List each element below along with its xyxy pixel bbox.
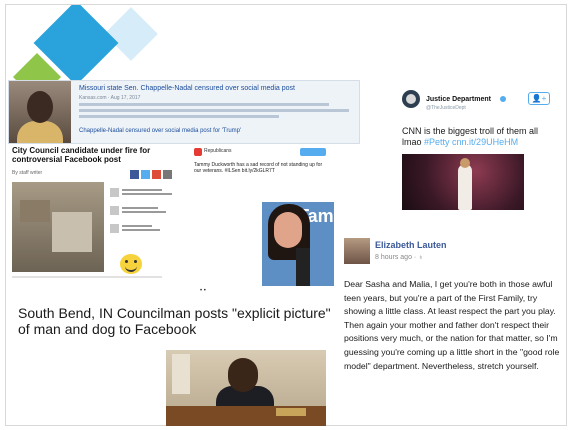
article-byline: By staff writer: [12, 170, 43, 176]
tweet-author-handle: @TheJusticeDept: [426, 105, 466, 111]
google-share-icon[interactable]: [152, 170, 161, 179]
facebook-share-icon[interactable]: [130, 170, 139, 179]
separator-dots: • •: [200, 288, 206, 294]
tweet-tags[interactable]: #Petty cnn.it/29UHeHM: [424, 137, 518, 147]
tweet-photo: [402, 154, 524, 210]
follow-button[interactable]: 👤+: [528, 92, 550, 105]
justice-avatar: [402, 90, 420, 108]
snippet-line: [79, 115, 279, 118]
senator-photo: [9, 81, 71, 143]
search-result-title[interactable]: Missouri state Sen. Chappelle-Nadal cens…: [79, 85, 295, 92]
search-result-link[interactable]: Chappelle-Nadal censured over social med…: [79, 128, 241, 134]
tweet-text: Tammy Duckworth has a sad record of not …: [194, 162, 323, 174]
verified-icon: [500, 96, 506, 102]
microphone-icon: [296, 248, 310, 286]
tweet-photo: Tam: [262, 202, 334, 286]
fb-post-meta: 8 hours ago · ♁: [375, 254, 424, 261]
laughing-emoji-icon: [120, 254, 142, 274]
article-photo: [12, 182, 104, 272]
follow-button[interactable]: [300, 148, 326, 156]
snippet-line: [79, 109, 349, 112]
account-avatar: [194, 148, 202, 156]
decorative-shape: [104, 7, 158, 61]
divider: [12, 276, 162, 278]
article-card: City Council candidate under fire for co…: [10, 144, 190, 298]
fb-user-avatar: [344, 238, 370, 264]
search-result-meta: Kansas.com · Aug 17, 2017: [79, 95, 141, 101]
snippet-line: [79, 103, 329, 106]
justice-tweet-card: Justice Department @TheJusticeDept 👤+ CN…: [392, 84, 562, 234]
tweet-author-name[interactable]: Justice Department: [426, 96, 491, 103]
fb-user-name[interactable]: Elizabeth Lauten: [375, 240, 447, 250]
councilman-photo: [166, 350, 326, 426]
tweet-text: CNN is the biggest troll of them all lma…: [402, 126, 552, 148]
email-share-icon[interactable]: [163, 170, 172, 179]
south-bend-headline: South Bend, IN Councilman posts "explici…: [18, 305, 331, 337]
fb-post-text: Dear Sasha and Malia, I get you're both …: [344, 279, 560, 371]
tweet-card: Republicans Tammy Duckworth has a sad re…: [192, 146, 336, 286]
account-name[interactable]: Republicans: [204, 148, 232, 154]
article-title[interactable]: City Council candidate under fire for co…: [12, 146, 162, 164]
search-result-panel: Missouri state Sen. Chappelle-Nadal cens…: [8, 80, 360, 144]
twitter-share-icon[interactable]: [141, 170, 150, 179]
